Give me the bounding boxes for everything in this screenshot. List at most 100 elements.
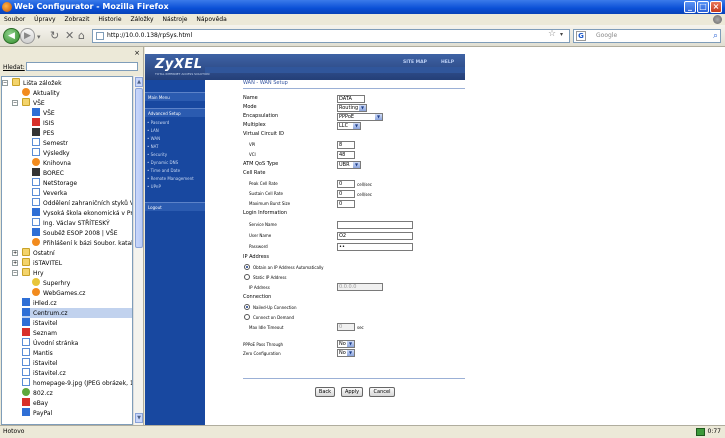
ip-address-input[interactable]: 0.0.0.0 [337,283,383,291]
bookmark-item[interactable]: WebGames.cz [32,288,85,298]
url-dropdown-icon[interactable]: ▾ [560,31,563,38]
bookmark-item[interactable]: BOREC [32,168,64,178]
bookmark-item[interactable]: ISIS [32,118,54,128]
bookmark-item[interactable]: + Ostatní [12,248,55,258]
help-link[interactable]: HELP [441,60,454,65]
bookmark-item[interactable]: Veverka [32,188,67,198]
menu-historie[interactable]: Historie [98,16,121,23]
password-input[interactable]: •• [337,243,413,251]
scroll-down-icon[interactable]: ▼ [135,413,143,423]
menu-nastroje[interactable]: Nástroje [162,16,187,23]
bookmark-item[interactable]: − VŠE [12,98,45,108]
back-button[interactable]: ◀ [3,28,20,44]
nav-time-date[interactable]: • Time and Date [147,168,180,173]
expand-icon[interactable]: + [12,250,18,256]
bookmarks-tree[interactable]: − Lišta záložek Aktuality − VŠE VŠE ISIS PES Sem… [1,76,133,425]
main-menu-link[interactable]: Main Menu [145,92,205,101]
sidebar-close-icon[interactable]: × [134,49,140,57]
reload-icon[interactable]: ↻ [50,30,59,41]
bookmark-item[interactable]: Centrum.cz [22,308,132,318]
connect-on-demand-radio[interactable] [244,314,250,320]
bookmark-item[interactable]: 802.cz [22,388,53,398]
max-idle-timeout-input[interactable]: 0 [337,323,355,331]
bookmark-item[interactable]: eBay [22,398,48,408]
bookmark-item[interactable]: Souběž ESOP 2008 | VŠE [32,228,118,238]
nailed-up-radio[interactable] [244,304,250,310]
forward-button[interactable]: ▶ [20,28,35,44]
collapse-icon[interactable]: − [2,80,8,86]
url-bar[interactable]: http://10.0.0.138/rpSys.html [92,29,570,43]
home-icon[interactable]: ⌂ [78,30,85,41]
sustain-cell-rate-input[interactable]: 0 [337,190,355,198]
nav-wan[interactable]: • WAN [147,136,160,141]
bookmark-item[interactable]: iStavitel.cz [22,368,66,378]
bookmark-item[interactable]: Přihlášení k bázi Soubor. katalo... [32,238,132,248]
scroll-thumb[interactable] [135,88,143,248]
bookmark-item[interactable]: Úvodní stránka [22,338,78,348]
nav-remote-management[interactable]: • Remote Management [147,176,194,181]
vpi-input[interactable]: 8 [337,141,355,149]
sidebar-scrollbar[interactable]: ▲ ▼ [133,76,143,425]
bookmark-item[interactable]: homepage-9.jpg (JPEG obrázek, 11... [22,378,132,388]
bookmark-item[interactable]: PayPal [22,408,52,418]
bookmark-item[interactable]: PES [32,128,54,138]
nav-nat[interactable]: • NAT [147,144,159,149]
sidebar-search-input[interactable] [26,62,138,71]
bookmark-item[interactable]: VŠE [32,108,55,118]
bookmark-item[interactable]: − Lišta záložek [2,78,62,88]
menu-napoveda[interactable]: Nápověda [196,16,226,23]
menu-zalozky[interactable]: Záložky [130,16,153,23]
nav-security[interactable]: • Security [147,152,167,157]
mode-select[interactable]: Routing ▼ [337,104,367,112]
bookmark-item[interactable]: Mantis [22,348,53,358]
max-burst-size-input[interactable]: 0 [337,200,355,208]
collapse-icon[interactable]: − [12,100,18,106]
collapse-icon[interactable]: − [12,270,18,276]
search-box[interactable]: G Google ⌕ [573,29,721,43]
menu-upravy[interactable]: Úpravy [34,16,55,23]
history-dropdown-icon[interactable]: ▾ [37,32,41,43]
menu-zobrazit[interactable]: Zobrazit [65,16,90,23]
bookmark-item[interactable]: Semestr [32,138,68,148]
nav-password[interactable]: • Password [147,120,169,125]
nav-dynamic-dns[interactable]: • Dynamic DNS [147,160,178,165]
vci-input[interactable]: 48 [337,151,355,159]
apply-button[interactable]: Apply [341,387,363,397]
nav-lan[interactable]: • LAN [147,128,159,133]
stop-icon[interactable]: ✕ [65,30,74,41]
window-titlebar[interactable]: Web Configurator - Mozilla Firefox _ □ × [0,0,725,14]
advanced-setup-link[interactable]: Advanced Setup [145,108,205,117]
peak-cell-rate-input[interactable]: 0 [337,180,355,188]
bookmark-item[interactable]: Seznam [22,328,57,338]
bookmark-item[interactable]: iHled.cz [22,298,57,308]
bookmark-item[interactable]: Ing. Václav STŘÍTESKÝ [32,218,110,228]
service-name-input[interactable] [337,221,413,229]
multiplex-select[interactable]: LLC ▼ [337,122,361,130]
bookmark-item[interactable]: iStavitel [22,358,57,368]
bookmark-item[interactable]: Vysoká škola ekonomická v Praz... [32,208,132,218]
ip-auto-radio[interactable] [244,264,250,270]
qos-select[interactable]: UBR ▼ [337,161,361,169]
ip-static-radio[interactable] [244,274,250,280]
back-form-button[interactable]: Back [315,387,335,397]
bookmark-item[interactable]: + iSTAVITEL [12,258,62,268]
maximize-button[interactable]: □ [697,1,709,13]
site-map-link[interactable]: SITE MAP [403,60,427,65]
bookmark-item[interactable]: iStavitel [22,318,57,328]
name-input[interactable]: DATA [337,95,365,103]
bookmark-item[interactable]: Oddělení zahraničních styků VŠE [32,198,132,208]
bookmark-item[interactable]: − Hry [12,268,44,278]
bookmark-item[interactable]: Aktuality [22,88,60,98]
bookmark-item[interactable]: NetStorage [32,178,77,188]
bookmark-item[interactable]: Superhry [32,278,70,288]
close-button[interactable]: × [710,1,722,13]
bookmark-star-icon[interactable]: ☆ [548,29,556,39]
menu-soubor[interactable]: Soubor [4,16,25,23]
bookmark-item[interactable]: Knihovna [32,158,71,168]
encapsulation-select[interactable]: PPPoE ▼ [337,113,383,121]
nav-upnp[interactable]: • UPnP [147,184,161,189]
user-name-input[interactable]: O2 [337,232,413,240]
logout-link[interactable]: Logout [145,202,205,211]
zero-configuration-select[interactable]: No ▼ [337,349,355,357]
expand-icon[interactable]: + [12,260,18,266]
